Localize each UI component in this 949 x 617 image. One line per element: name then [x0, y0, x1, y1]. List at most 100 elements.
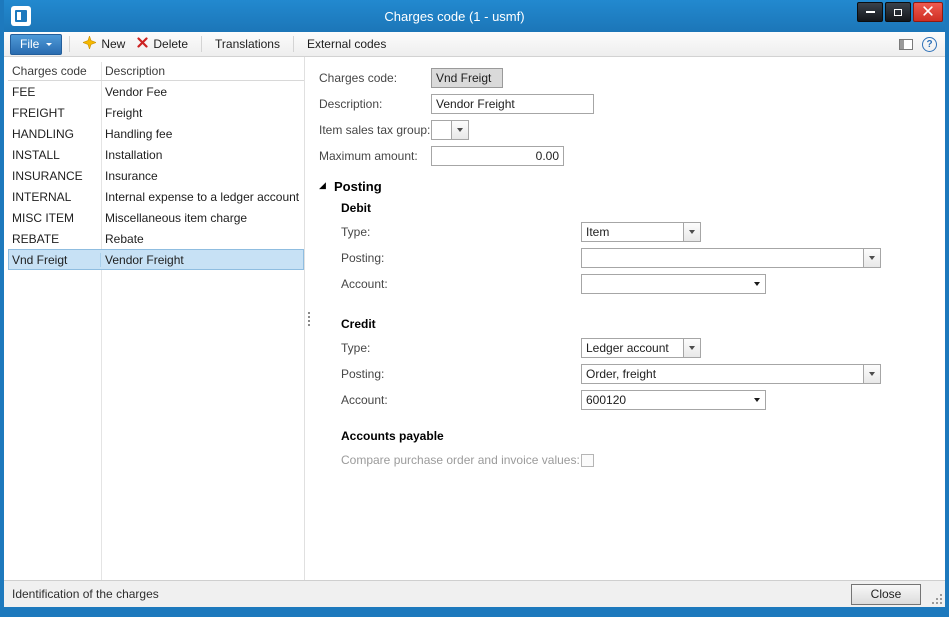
titlebar[interactable]: Charges code (1 - usmf) [4, 0, 945, 32]
grid-row[interactable]: INSURANCE Insurance [8, 165, 304, 186]
new-button-label: New [101, 37, 125, 51]
chevron-down-icon[interactable] [749, 275, 765, 293]
grid-cell-code: FEE [8, 85, 101, 99]
credit-account-lookup[interactable]: 600120 [581, 390, 766, 410]
tab-translations[interactable]: Translations [209, 34, 286, 55]
combo-value: Order, freight [582, 365, 863, 383]
item-sales-tax-group-row: Item sales tax group: [319, 117, 935, 143]
window-title: Charges code (1 - usmf) [64, 9, 845, 24]
chevron-down-icon[interactable] [749, 391, 765, 409]
credit-type-label: Type: [341, 341, 581, 355]
charges-grid: Charges code Description FEE Vendor Fee … [8, 57, 305, 580]
debit-account-row: Account: [319, 271, 935, 297]
delete-button[interactable]: Delete [131, 34, 194, 55]
splitter-grip-icon [308, 312, 310, 314]
chevron-down-icon[interactable] [683, 339, 700, 357]
close-button[interactable]: Close [851, 584, 921, 605]
credit-posting-combo[interactable]: Order, freight [581, 364, 881, 384]
new-button[interactable]: New [77, 34, 131, 55]
credit-subsection-title: Credit [319, 313, 935, 335]
credit-type-row: Type: Ledger account [319, 335, 935, 361]
debit-type-label: Type: [341, 225, 581, 239]
grid-cell-code: INTERNAL [8, 190, 101, 204]
minimize-button[interactable] [857, 2, 883, 22]
resize-grip[interactable] [930, 592, 943, 605]
item-sales-tax-group-label: Item sales tax group: [319, 123, 431, 137]
debit-posting-combo[interactable] [581, 248, 881, 268]
grid-cell-description: Miscellaneous item charge [101, 211, 304, 225]
toolbar: File New Delete Translations External co… [4, 32, 945, 57]
grid-cell-code: HANDLING [8, 127, 101, 141]
chevron-down-icon[interactable] [683, 223, 700, 241]
credit-account-label: Account: [341, 393, 581, 407]
charges-code-window: Charges code (1 - usmf) File New [0, 0, 949, 617]
chevron-down-icon[interactable] [451, 121, 468, 139]
layout-icon-button[interactable] [899, 39, 913, 50]
grid-row[interactable]: REBATE Rebate [8, 228, 304, 249]
grid-cell-description: Vendor Fee [101, 85, 304, 99]
chevron-down-icon[interactable] [863, 365, 880, 383]
grid-row[interactable]: INTERNAL Internal expense to a ledger ac… [8, 186, 304, 207]
tab-external-codes[interactable]: External codes [301, 34, 392, 55]
charges-code-label: Charges code: [319, 71, 431, 85]
grid-row[interactable]: HANDLING Handling fee [8, 123, 304, 144]
grid-cell-code: Vnd Freigt [8, 253, 101, 267]
window-controls [857, 2, 943, 22]
main-area: Charges code Description FEE Vendor Fee … [4, 57, 945, 580]
debit-type-combo[interactable]: Item [581, 222, 701, 242]
grid-cell-description: Freight [101, 106, 304, 120]
grid-row[interactable]: FEE Vendor Fee [8, 81, 304, 102]
maximum-amount-label: Maximum amount: [319, 149, 431, 163]
accounts-payable-subsection-title: Accounts payable [319, 425, 935, 447]
combo-value: Item [582, 223, 683, 241]
chevron-down-icon [46, 43, 52, 46]
maximize-icon [894, 9, 902, 16]
grid-header: Charges code Description [8, 62, 304, 81]
combo-value [432, 121, 451, 139]
details-panel: Charges code: Vnd Freigt Description: Ve… [313, 57, 945, 580]
panel-splitter[interactable] [305, 57, 313, 580]
grid-row[interactable]: MISC ITEM Miscellaneous item charge [8, 207, 304, 228]
grid-row[interactable]: INSTALL Installation [8, 144, 304, 165]
statusbar: Identification of the charges Close [4, 580, 945, 607]
charges-code-field[interactable]: Vnd Freigt [431, 68, 503, 88]
new-star-icon [83, 36, 96, 52]
debit-posting-row: Posting: [319, 245, 935, 271]
debit-account-lookup[interactable] [581, 274, 766, 294]
debit-subsection-title: Debit [319, 197, 935, 219]
credit-type-combo[interactable]: Ledger account [581, 338, 701, 358]
collapse-expander-icon[interactable]: ◢ [319, 181, 334, 191]
grid-cell-code: MISC ITEM [8, 211, 101, 225]
item-sales-tax-group-combo[interactable] [431, 120, 469, 140]
posting-section-header: ◢ Posting [319, 175, 935, 197]
file-button-label: File [20, 37, 39, 51]
toolbar-right: ? [899, 37, 939, 52]
debit-account-label: Account: [341, 277, 581, 291]
delete-x-icon [137, 37, 148, 51]
credit-posting-label: Posting: [341, 367, 581, 381]
close-window-button[interactable] [913, 2, 943, 22]
grid-row-selected[interactable]: Vnd Freigt Vendor Freight [8, 249, 304, 270]
grid-cell-description: Insurance [101, 169, 304, 183]
toolbar-separator [69, 36, 70, 52]
compare-values-label: Compare purchase order and invoice value… [341, 453, 581, 467]
compare-values-row: Compare purchase order and invoice value… [319, 447, 935, 473]
status-text: Identification of the charges [12, 587, 851, 601]
maximum-amount-input[interactable]: 0.00 [431, 146, 564, 166]
delete-button-label: Delete [153, 37, 188, 51]
app-icon [11, 6, 31, 26]
maximize-button[interactable] [885, 2, 911, 22]
grid-header-charges-code[interactable]: Charges code [8, 64, 101, 78]
grid-cell-description: Rebate [101, 232, 304, 246]
file-button[interactable]: File [10, 34, 62, 55]
description-input[interactable]: Vendor Freight [431, 94, 594, 114]
description-label: Description: [319, 97, 431, 111]
grid-row[interactable]: FREIGHT Freight [8, 102, 304, 123]
help-button[interactable]: ? [922, 37, 937, 52]
grid-header-description[interactable]: Description [101, 64, 304, 78]
credit-posting-row: Posting: Order, freight [319, 361, 935, 387]
chevron-down-icon[interactable] [863, 249, 880, 267]
charges-code-row: Charges code: Vnd Freigt [319, 65, 935, 91]
grid-cell-description: Installation [101, 148, 304, 162]
compare-values-checkbox[interactable] [581, 454, 594, 467]
